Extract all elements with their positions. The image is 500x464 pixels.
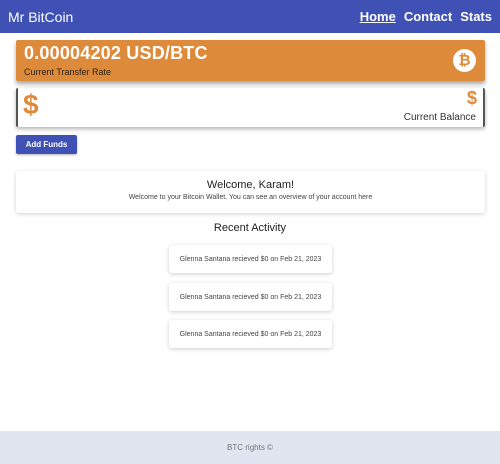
welcome-title: Welcome, Karam! bbox=[206, 179, 295, 191]
transfer-rate-label: Current Transfer Rate bbox=[24, 67, 112, 77]
nav-link-contact[interactable]: Contact bbox=[404, 9, 452, 24]
main-nav: Home Contact Stats bbox=[360, 9, 492, 24]
transfer-rate-value: 0.00004202 USD/BTC bbox=[24, 43, 208, 63]
nav-link-stats[interactable]: Stats bbox=[460, 9, 492, 24]
welcome-card: Welcome, Karam! Welcome to your Bitcoin … bbox=[16, 171, 485, 213]
activity-item: Glenna Santana recieved $0 on Feb 21, 20… bbox=[169, 320, 332, 348]
transfer-rate-card: 0.00004202 USD/BTC Current Transfer Rate… bbox=[16, 40, 485, 81]
nav-link-home[interactable]: Home bbox=[360, 9, 396, 24]
dollar-icon: $ bbox=[23, 89, 39, 120]
activity-item: Glenna Santana recieved $0 on Feb 21, 20… bbox=[169, 283, 332, 311]
welcome-subtitle: Welcome to your Bitcoin Wallet. You can … bbox=[128, 194, 373, 201]
activity-item: Glenna Santana recieved $0 on Feb 21, 20… bbox=[169, 245, 332, 273]
dollar-small-icon: $ bbox=[466, 88, 477, 108]
footer-text: BTC rights © bbox=[227, 443, 273, 452]
balance-label: Current Balance bbox=[403, 112, 476, 123]
recent-activity-title: Recent Activity bbox=[213, 222, 287, 234]
top-navbar: Mr BitCoin Home Contact Stats bbox=[0, 0, 500, 33]
bitcoin-icon: ₿ bbox=[453, 49, 476, 72]
add-funds-button[interactable]: Add Funds bbox=[16, 135, 77, 154]
brand-logo-text[interactable]: Mr BitCoin bbox=[8, 9, 73, 25]
page-footer: BTC rights © bbox=[0, 431, 500, 464]
balance-card: $ $ Current Balance bbox=[16, 88, 485, 127]
